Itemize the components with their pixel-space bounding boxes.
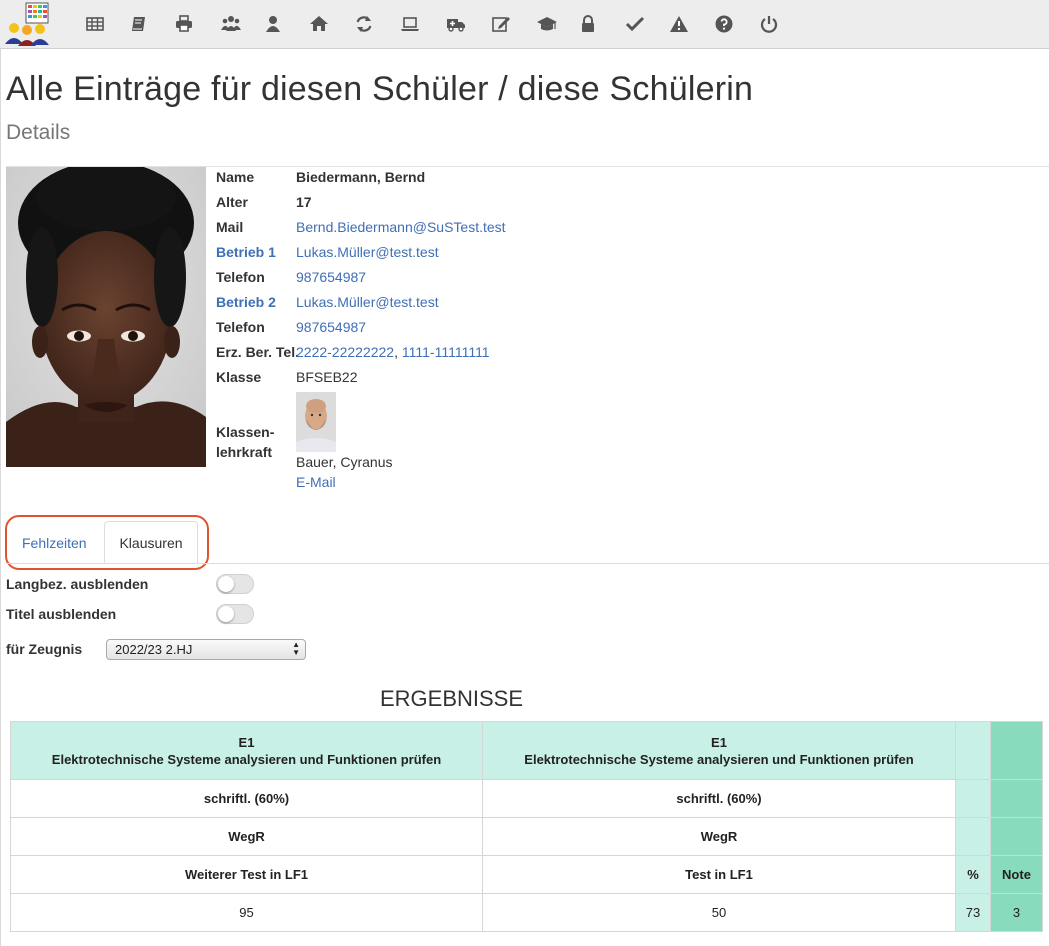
- tab-absences[interactable]: Fehlzeiten: [22, 535, 87, 551]
- toggle-knob: [218, 576, 234, 592]
- tabs-divider: [6, 563, 1049, 564]
- class-label: Klasse: [216, 369, 262, 385]
- laptop-icon[interactable]: [398, 12, 422, 36]
- table-row: E1 Elektrotechnische Systeme analysieren…: [10, 721, 1043, 780]
- company2-mail-link[interactable]: Lukas.Müller@test.test: [296, 294, 439, 310]
- mail-link[interactable]: Bernd.Biedermann@SuSTest.test: [296, 219, 506, 235]
- report-select-value: 2022/23 2.HJ: [115, 642, 193, 657]
- users-icon[interactable]: [219, 12, 243, 36]
- book-icon[interactable]: [127, 12, 151, 36]
- teacher-label: Klassen- lehrkraft: [216, 422, 274, 462]
- report-select[interactable]: 2022/23 2.HJ ▲ ▼: [106, 639, 306, 660]
- user-icon[interactable]: [261, 12, 285, 36]
- table-row: Weiterer Test in LF1 Test in LF1 % Note: [10, 855, 1043, 894]
- column-test-name: Test in LF1: [482, 855, 956, 894]
- guardian-label: Erz. Ber. Tel.: [216, 344, 299, 360]
- edit-icon[interactable]: [489, 12, 513, 36]
- table-row: 95 50 73 3: [10, 893, 1043, 932]
- teacher-label-line1: Klassen-: [216, 424, 275, 440]
- home-icon[interactable]: [307, 12, 331, 36]
- hide-title-label: Titel ausblenden: [6, 606, 117, 622]
- graduation-cap-icon[interactable]: [535, 12, 559, 36]
- company1-mail-link[interactable]: Lukas.Müller@test.test: [296, 244, 439, 260]
- lock-icon[interactable]: [576, 12, 600, 36]
- hide-long-toggle[interactable]: [216, 574, 254, 594]
- hide-long-label: Langbez. ausblenden: [6, 576, 149, 592]
- table-cell: [955, 779, 991, 818]
- score-cell: 95: [10, 893, 483, 932]
- top-toolbar: [0, 0, 1049, 49]
- print-icon[interactable]: [172, 12, 196, 36]
- table-row: WegR WegR: [10, 817, 1043, 856]
- name-value: Biedermann, Bernd: [296, 169, 426, 185]
- score-cell: 50: [482, 893, 956, 932]
- phone1-link[interactable]: 987654987: [296, 269, 366, 285]
- phone2-link[interactable]: 987654987: [296, 319, 366, 335]
- guardian-phone-1-link[interactable]: 2222-22222222: [296, 344, 394, 360]
- report-label: für Zeugnis: [6, 641, 83, 657]
- column-subject: Elektrotechnische Systeme analysieren un…: [524, 751, 914, 767]
- power-icon[interactable]: [757, 12, 781, 36]
- percent-header: %: [955, 855, 991, 894]
- class-value: BFSEB22: [296, 369, 358, 385]
- teacher-photo: [296, 392, 336, 452]
- table-row: schriftl. (60%) schriftl. (60%): [10, 779, 1043, 818]
- age-label: Alter: [216, 194, 248, 210]
- guardian-separator: ,: [394, 344, 402, 360]
- ambulance-icon[interactable]: [444, 12, 468, 36]
- refresh-icon[interactable]: [352, 12, 376, 36]
- column-subject: Elektrotechnische Systeme analysieren un…: [51, 751, 442, 767]
- company2-link[interactable]: Betrieb 2: [216, 292, 276, 312]
- phone2-label: Telefon: [216, 319, 265, 335]
- table-cell: E1 Elektrotechnische Systeme analysieren…: [10, 721, 483, 780]
- tab-exams[interactable]: Klausuren: [104, 521, 198, 564]
- toggle-knob: [218, 606, 234, 622]
- check-icon[interactable]: [623, 12, 647, 36]
- select-arrows-icon: ▲ ▼: [292, 640, 300, 657]
- column-code: E1: [711, 734, 727, 750]
- column-category: WegR: [10, 817, 483, 856]
- column-code: E1: [238, 734, 255, 750]
- table-cell: [955, 817, 991, 856]
- teacher-mail-link[interactable]: E-Mail: [296, 474, 336, 490]
- name-label: Name: [216, 169, 255, 185]
- table-cell: [990, 779, 1043, 818]
- guardian-phone-2-link[interactable]: 1111-11111111: [402, 344, 490, 360]
- table-cell: [955, 721, 991, 780]
- note-value: 3: [990, 893, 1043, 932]
- percent-value: 73: [955, 893, 991, 932]
- left-border: [0, 49, 1, 946]
- age-value: 17: [296, 194, 312, 210]
- teacher-label-line2: lehrkraft: [216, 444, 273, 460]
- company1-link[interactable]: Betrieb 1: [216, 242, 276, 262]
- phone1-label: Telefon: [216, 269, 265, 285]
- column-type: schriftl. (60%): [10, 779, 483, 818]
- column-type: schriftl. (60%): [482, 779, 956, 818]
- results-table: E1 Elektrotechnische Systeme analysieren…: [10, 721, 1043, 932]
- table-cell: [990, 721, 1043, 780]
- table-cell: E1 Elektrotechnische Systeme analysieren…: [482, 721, 956, 780]
- hide-title-toggle[interactable]: [216, 604, 254, 624]
- help-icon[interactable]: [712, 12, 736, 36]
- page-subtitle: Details: [6, 121, 71, 144]
- page-title: Alle Einträge für diesen Schüler / diese…: [6, 70, 754, 108]
- note-header: Note: [990, 855, 1043, 894]
- app-logo[interactable]: [2, 2, 52, 46]
- teacher-name: Bauer, Cyranus: [296, 454, 393, 470]
- column-category: WegR: [482, 817, 956, 856]
- warning-icon[interactable]: [667, 12, 691, 36]
- student-photo: [6, 167, 206, 467]
- table-cell: [990, 817, 1043, 856]
- table-icon[interactable]: [83, 12, 107, 36]
- column-test-name: Weiterer Test in LF1: [10, 855, 483, 894]
- results-heading: ERGEBNISSE: [379, 686, 524, 711]
- mail-label: Mail: [216, 219, 244, 235]
